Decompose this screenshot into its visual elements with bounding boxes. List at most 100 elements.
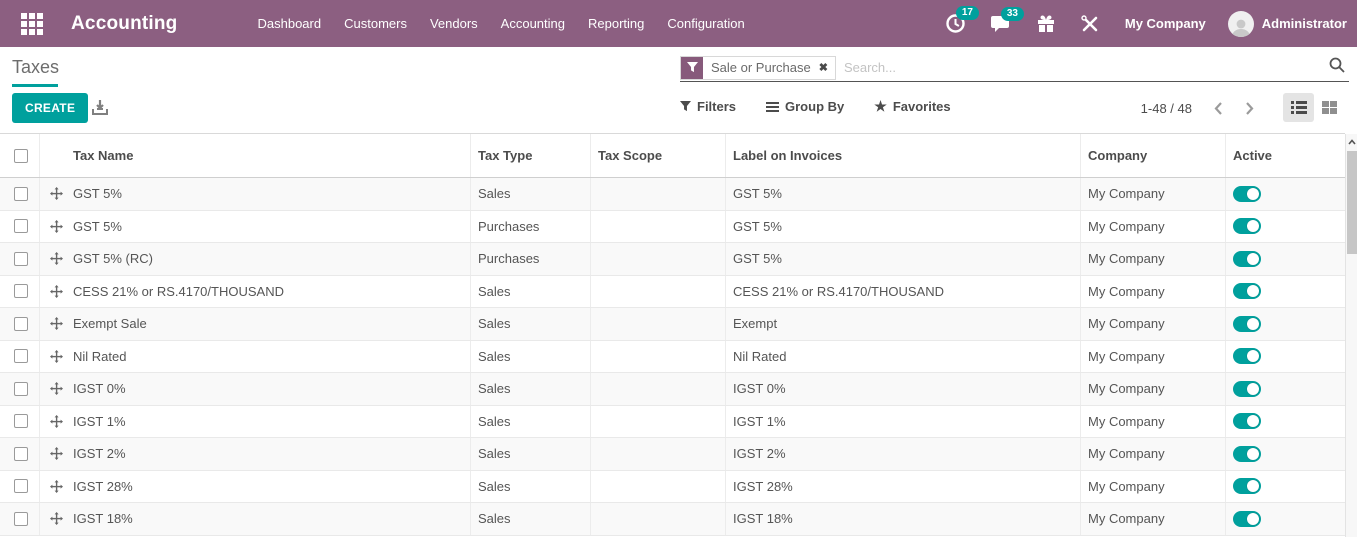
column-header-active[interactable]: Active xyxy=(1225,134,1345,177)
gift-icon[interactable] xyxy=(1037,15,1055,33)
menu-dashboard[interactable]: Dashboard xyxy=(256,10,324,37)
row-checkbox[interactable] xyxy=(14,382,28,396)
favorites-button[interactable]: ★ Favorites xyxy=(874,99,950,114)
active-toggle[interactable] xyxy=(1233,478,1261,494)
column-header-tax-name[interactable]: Tax Name xyxy=(66,134,470,177)
column-header-company[interactable]: Company xyxy=(1080,134,1225,177)
kanban-view-button[interactable] xyxy=(1314,93,1345,122)
active-toggle[interactable] xyxy=(1233,446,1261,462)
company-cell: My Company xyxy=(1080,438,1225,470)
drag-handle-icon[interactable] xyxy=(40,308,66,340)
drag-handle-icon[interactable] xyxy=(40,276,66,308)
vertical-scrollbar[interactable] xyxy=(1345,134,1357,537)
group-by-button[interactable]: Group By xyxy=(766,99,844,114)
row-checkbox[interactable] xyxy=(14,414,28,428)
user-menu[interactable]: Administrator xyxy=(1262,16,1347,31)
table-row[interactable]: IGST 18% Sales IGST 18% My Company xyxy=(0,503,1345,536)
apps-menu-icon[interactable] xyxy=(21,12,45,36)
table-row[interactable]: GST 5% Purchases GST 5% My Company xyxy=(0,211,1345,244)
company-switcher[interactable]: My Company xyxy=(1125,16,1206,31)
search-facet[interactable]: Sale or Purchase ✖ xyxy=(680,56,836,80)
star-icon: ★ xyxy=(874,100,887,113)
active-cell xyxy=(1225,243,1345,275)
grid-icon xyxy=(21,13,43,35)
tax-name-cell: IGST 18% xyxy=(66,503,470,535)
active-toggle[interactable] xyxy=(1233,218,1261,234)
create-button[interactable]: CREATE xyxy=(12,93,88,123)
active-toggle[interactable] xyxy=(1233,283,1261,299)
active-toggle[interactable] xyxy=(1233,316,1261,332)
row-checkbox[interactable] xyxy=(14,284,28,298)
label-on-invoices-cell: Nil Rated xyxy=(725,341,1080,373)
pager: 1-48 / 48 xyxy=(1141,100,1260,117)
table-row[interactable]: IGST 28% Sales IGST 28% My Company xyxy=(0,471,1345,504)
table-row[interactable]: GST 5% (RC) Purchases GST 5% My Company xyxy=(0,243,1345,276)
drag-handle-icon[interactable] xyxy=(40,438,66,470)
menu-configuration[interactable]: Configuration xyxy=(665,10,746,37)
menu-customers[interactable]: Customers xyxy=(342,10,409,37)
pager-previous-icon[interactable] xyxy=(1208,100,1229,117)
drag-handle-icon[interactable] xyxy=(40,243,66,275)
message-count-badge: 33 xyxy=(1001,7,1024,21)
table-row[interactable]: IGST 1% Sales IGST 1% My Company xyxy=(0,406,1345,439)
active-toggle[interactable] xyxy=(1233,413,1261,429)
row-checkbox[interactable] xyxy=(14,512,28,526)
drag-handle-icon[interactable] xyxy=(40,373,66,405)
active-cell xyxy=(1225,308,1345,340)
menu-vendors[interactable]: Vendors xyxy=(428,10,480,37)
main-menu: Dashboard Customers Vendors Accounting R… xyxy=(256,10,747,37)
row-checkbox[interactable] xyxy=(14,219,28,233)
active-toggle[interactable] xyxy=(1233,381,1261,397)
company-cell: My Company xyxy=(1080,276,1225,308)
table-row[interactable]: IGST 2% Sales IGST 2% My Company xyxy=(0,438,1345,471)
drag-handle-icon[interactable] xyxy=(40,406,66,438)
drag-handle-icon[interactable] xyxy=(40,341,66,373)
row-checkbox[interactable] xyxy=(14,187,28,201)
search-input[interactable] xyxy=(844,60,1329,75)
drag-handle-icon[interactable] xyxy=(40,211,66,243)
row-checkbox[interactable] xyxy=(14,447,28,461)
user-avatar[interactable] xyxy=(1228,11,1254,37)
tax-name-cell: IGST 0% xyxy=(66,373,470,405)
drag-handle-icon[interactable] xyxy=(40,503,66,535)
row-checkbox[interactable] xyxy=(14,479,28,493)
active-toggle[interactable] xyxy=(1233,348,1261,364)
list-view-button[interactable] xyxy=(1283,93,1314,122)
activity-clock-icon[interactable]: 17 xyxy=(946,14,965,33)
export-download-icon[interactable] xyxy=(92,100,108,120)
facet-close-icon[interactable]: ✖ xyxy=(819,57,835,79)
drag-handle-icon[interactable] xyxy=(40,178,66,210)
row-select-cell xyxy=(0,406,40,438)
app-name[interactable]: Accounting xyxy=(71,13,178,35)
column-header-tax-scope[interactable]: Tax Scope xyxy=(590,134,725,177)
table-row[interactable]: GST 5% Sales GST 5% My Company xyxy=(0,178,1345,211)
table-row[interactable]: CESS 21% or RS.4170/THOUSAND Sales CESS … xyxy=(0,276,1345,309)
tools-icon[interactable] xyxy=(1081,15,1099,33)
row-checkbox[interactable] xyxy=(14,349,28,363)
active-cell xyxy=(1225,373,1345,405)
column-header-tax-type[interactable]: Tax Type xyxy=(470,134,590,177)
row-checkbox[interactable] xyxy=(14,252,28,266)
scrollbar-thumb[interactable] xyxy=(1347,151,1357,254)
messages-icon[interactable]: 33 xyxy=(991,15,1011,33)
row-select-cell xyxy=(0,243,40,275)
menu-accounting[interactable]: Accounting xyxy=(499,10,567,37)
menu-reporting[interactable]: Reporting xyxy=(586,10,646,37)
table-row[interactable]: Exempt Sale Sales Exempt My Company xyxy=(0,308,1345,341)
tax-scope-cell xyxy=(590,308,725,340)
active-toggle[interactable] xyxy=(1233,251,1261,267)
scrollbar-up-icon[interactable] xyxy=(1347,136,1357,148)
column-header-label-on-invoices[interactable]: Label on Invoices xyxy=(725,134,1080,177)
company-cell: My Company xyxy=(1080,243,1225,275)
pager-next-icon[interactable] xyxy=(1239,100,1260,117)
filters-button[interactable]: Filters xyxy=(680,99,736,114)
active-toggle[interactable] xyxy=(1233,186,1261,202)
search-icon[interactable] xyxy=(1329,57,1345,78)
company-cell: My Company xyxy=(1080,308,1225,340)
table-row[interactable]: IGST 0% Sales IGST 0% My Company xyxy=(0,373,1345,406)
select-all-checkbox[interactable] xyxy=(14,149,28,163)
table-row[interactable]: Nil Rated Sales Nil Rated My Company xyxy=(0,341,1345,374)
row-checkbox[interactable] xyxy=(14,317,28,331)
active-toggle[interactable] xyxy=(1233,511,1261,527)
drag-handle-icon[interactable] xyxy=(40,471,66,503)
